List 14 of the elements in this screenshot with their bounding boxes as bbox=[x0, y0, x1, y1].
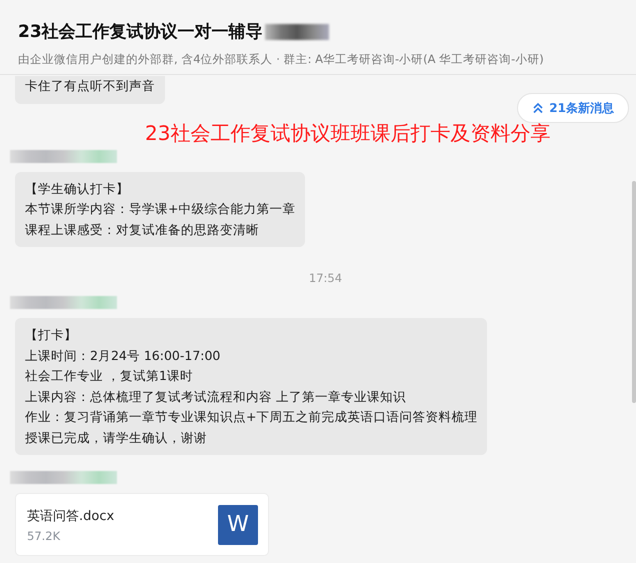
blurred-name bbox=[264, 24, 329, 40]
timestamp: 17:54 bbox=[308, 271, 342, 285]
document-icon: W bbox=[218, 504, 258, 544]
group-info: 由企业微信用户创建的外部群, 含4位外部联系人 · 群主: A华工考研咨询-小研(A 华工考研咨询-小研) bbox=[18, 52, 545, 67]
file-name: 英语问答.docx bbox=[27, 508, 114, 524]
message-bubble: 卡住了有点听不到声音 bbox=[15, 76, 165, 104]
message-bubble: 【打卡】 上课时间：2月24号 16:00-17:00 社会工作专业 ，复试第1课时 上课内容：总体梳理了复试考试流程和内容 上了第一章专业课知识 作业：复习背诵第一章节专业课知识点+下周五之前完成英语口语问答资料梳理 授课已完成，请学生确认，谢谢 bbox=[15, 318, 488, 455]
message-bubble: 【学生确认打卡】 本节课所学内容：导学课+中级综合能力第一章 课程上课感受：对复试准备的思路变清晰 bbox=[15, 172, 306, 247]
file-card[interactable]: 英语问答.docx 57.2K W bbox=[15, 493, 269, 556]
new-messages-button[interactable]: 21条新消息 bbox=[517, 93, 629, 123]
double-chevron-up-icon bbox=[532, 102, 544, 114]
chat-title: 23社会工作复试协议一对一辅导 bbox=[18, 21, 263, 43]
overlay-caption: 23社会工作复试协议班班课后打卡及资料分享 bbox=[145, 120, 550, 147]
file-size: 57.2K bbox=[27, 528, 62, 542]
